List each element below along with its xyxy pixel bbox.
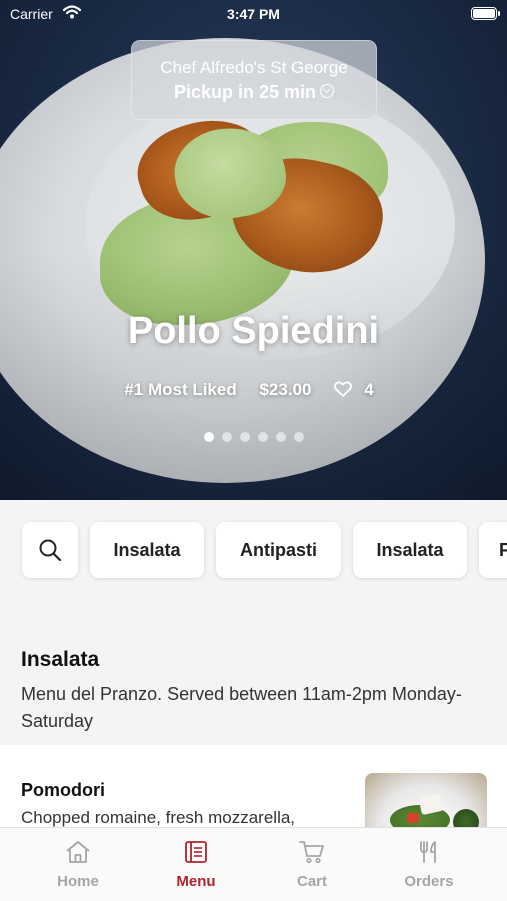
carousel-dot[interactable] <box>203 432 214 442</box>
chevron-down-icon <box>320 84 335 99</box>
tab-cart[interactable]: Cart <box>249 828 375 901</box>
item-image <box>365 773 487 827</box>
item-description: Chopped romaine, fresh mozzarella, <box>21 808 296 827</box>
search-icon <box>39 539 62 562</box>
tab-menu-label: Menu <box>176 873 216 890</box>
likes[interactable]: 4 <box>334 380 382 399</box>
menu-icon <box>185 841 207 863</box>
dish-title: Pollo Spiedini <box>127 310 380 352</box>
dish-meta: #1 Most Liked $23.00 4 <box>0 380 507 400</box>
menu-item[interactable]: Pomodori Chopped romaine, fresh mozzarel… <box>0 745 507 827</box>
search-button[interactable] <box>22 522 78 578</box>
item-name: Pomodori <box>21 780 105 800</box>
restaurant-name: Chef Alfredo's St George <box>160 58 348 77</box>
dish-price: $23.00 <box>259 380 312 399</box>
section-description: Menu del Pranzo. Served between 11am-2pm… <box>21 684 462 731</box>
home-icon <box>66 841 90 863</box>
tab-bar: Home Menu Cart Orders <box>0 827 507 901</box>
battery-icon <box>471 7 500 20</box>
category-chip-insalata[interactable]: Insalata <box>90 522 204 578</box>
carousel-dot[interactable] <box>293 432 304 442</box>
tab-orders[interactable]: Orders <box>366 828 492 901</box>
category-chip-partial[interactable]: F <box>479 522 507 578</box>
tab-cart-label: Cart <box>296 873 327 890</box>
most-liked-badge: #1 Most Liked <box>124 380 237 399</box>
carousel-indicator[interactable] <box>0 429 507 447</box>
cart-icon <box>299 841 324 864</box>
pickup-time-label: Pickup in 25 min <box>173 82 317 102</box>
category-chip-insalata-2[interactable]: Insalata <box>353 522 467 578</box>
carousel-dot[interactable] <box>257 432 268 442</box>
heart-icon <box>334 381 353 397</box>
carousel-dot[interactable] <box>275 432 286 442</box>
menu-section-header: Insalata Menu del Pranzo. Served between… <box>0 600 507 745</box>
clock: 3:47 PM <box>227 6 280 22</box>
tab-home[interactable]: Home <box>15 828 141 901</box>
likes-count: 4 <box>364 380 374 399</box>
tab-menu[interactable]: Menu <box>133 828 259 901</box>
pickup-selector[interactable]: Chef Alfredo's St George Pickup in 25 mi… <box>131 40 377 120</box>
tab-home-label: Home <box>57 873 99 890</box>
category-bar: Insalata Antipasti Insalata F <box>0 500 507 600</box>
pickup-time: Pickup in 25 min <box>132 82 376 103</box>
tab-orders-label: Orders <box>404 873 454 890</box>
status-bar: Carrier 3:47 PM <box>0 0 507 28</box>
orders-icon <box>420 841 436 863</box>
category-chip-antipasti[interactable]: Antipasti <box>216 522 341 578</box>
section-title: Insalata <box>21 648 100 671</box>
carousel-dot[interactable] <box>239 432 250 442</box>
carousel-dot[interactable] <box>221 432 232 442</box>
